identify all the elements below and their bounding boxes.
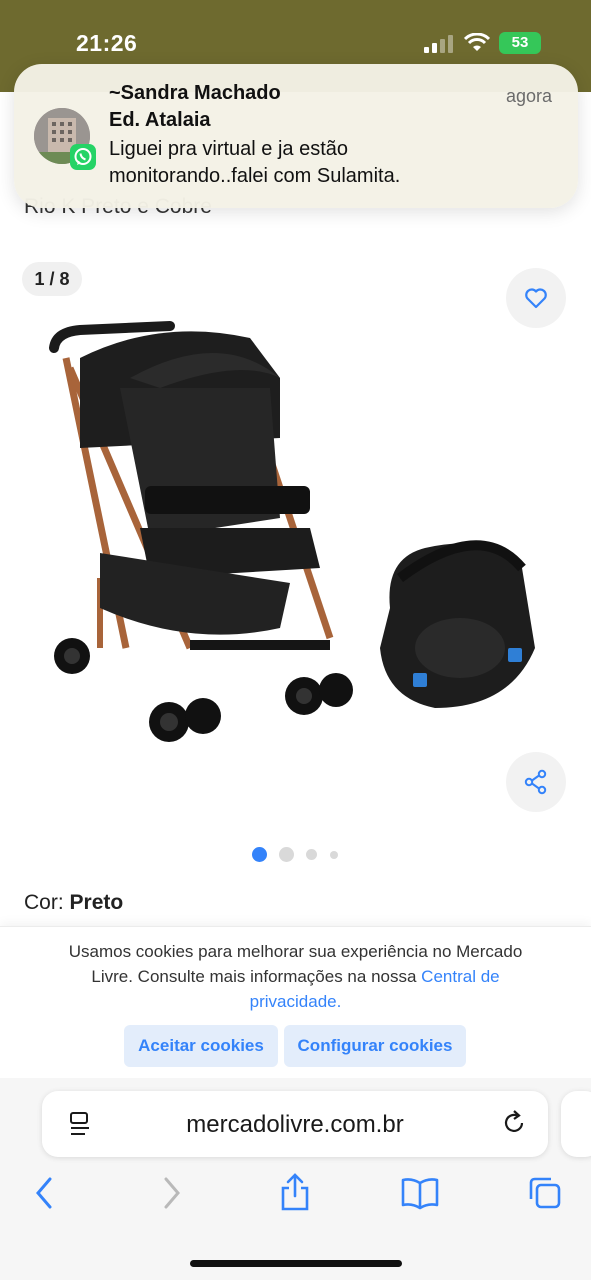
bookmarks-icon[interactable]: [400, 1175, 440, 1211]
carousel-dot[interactable]: [330, 851, 338, 859]
notification-message: Liguei pra virtual e ja estão monitorand…: [109, 138, 401, 187]
cookie-text-block: Usamos cookies para melhorar sua experiê…: [48, 939, 543, 1014]
carousel-dot[interactable]: [279, 847, 294, 862]
whatsapp-icon: [70, 144, 96, 170]
share-button[interactable]: [506, 752, 566, 812]
baby-car-seat: [380, 540, 535, 708]
tabs-icon[interactable]: [527, 1175, 563, 1211]
notification-sender: ~Sandra Machado: [109, 82, 281, 104]
share-icon: [524, 769, 547, 795]
wifi-icon: [464, 33, 490, 51]
color-label: Cor:: [24, 891, 64, 914]
product-image[interactable]: [40, 318, 560, 758]
carousel-dot[interactable]: [306, 849, 317, 860]
whatsapp-notification[interactable]: ~Sandra Machado Ed. Atalaia Liguei pra v…: [14, 64, 578, 208]
image-counter: 1 / 8: [22, 262, 82, 296]
notification-group: Ed. Atalaia: [109, 109, 211, 131]
accept-cookies-button[interactable]: Aceitar cookies: [124, 1025, 278, 1067]
reload-icon[interactable]: [500, 1109, 528, 1137]
forward-icon[interactable]: [158, 1175, 186, 1211]
color-selection: Cor: Preto: [24, 891, 123, 915]
cookie-banner: Usamos cookies para melhorar sua experiê…: [0, 926, 591, 1079]
next-tab-preview[interactable]: [561, 1091, 591, 1157]
status-time: 21:26: [76, 30, 138, 56]
back-icon[interactable]: [30, 1175, 58, 1211]
home-indicator[interactable]: [190, 1260, 402, 1267]
url-text: mercadolivre.com.br: [186, 1111, 404, 1138]
signal-icon: [424, 35, 454, 53]
battery-icon: 53: [499, 32, 541, 54]
color-value: Preto: [69, 891, 124, 914]
stroller-wheels: [54, 638, 353, 742]
browser-toolbar: mercadolivre.com.br: [0, 1078, 591, 1280]
notification-time: agora: [505, 86, 552, 106]
carousel-dots[interactable]: [250, 846, 350, 862]
share-page-icon[interactable]: [278, 1172, 312, 1212]
address-bar[interactable]: mercadolivre.com.br: [42, 1091, 548, 1157]
configure-cookies-button[interactable]: Configurar cookies: [284, 1025, 466, 1067]
heart-icon: [525, 288, 547, 309]
carousel-dot-active[interactable]: [252, 847, 267, 862]
